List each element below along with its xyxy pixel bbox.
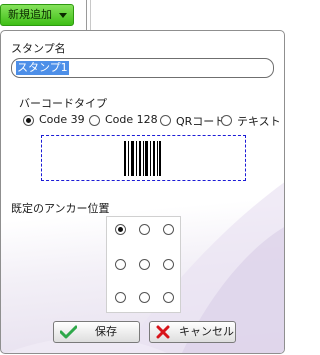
- anchor-bottom-center[interactable]: [139, 292, 150, 303]
- anchor-top-right[interactable]: [163, 224, 174, 235]
- radio-qrcode[interactable]: [160, 115, 171, 126]
- barcode-preview: [41, 135, 246, 181]
- cancel-button-label: キャンセル: [179, 325, 234, 338]
- cancel-button[interactable]: キャンセル: [149, 321, 236, 343]
- toolbar-divider: [86, 0, 87, 30]
- radio-text[interactable]: [221, 115, 232, 126]
- barcode-icon: [124, 141, 161, 176]
- checkmark-icon: [60, 325, 77, 339]
- anchor-bottom-right[interactable]: [163, 292, 174, 303]
- radio-code39-label[interactable]: Code 39: [39, 113, 85, 126]
- stamp-name-label: スタンプ名: [11, 42, 66, 55]
- new-add-dropdown-button[interactable]: 新規追加: [0, 4, 74, 26]
- x-icon: [156, 325, 170, 339]
- anchor-top-left[interactable]: [115, 224, 126, 235]
- new-add-label: 新規追加: [8, 8, 52, 21]
- save-button[interactable]: 保存: [53, 321, 140, 343]
- stamp-name-value: スタンプ1: [16, 61, 69, 75]
- radio-code128[interactable]: [89, 115, 100, 126]
- anchor-top-center[interactable]: [139, 224, 150, 235]
- radio-code128-label[interactable]: Code 128: [105, 113, 158, 126]
- toolbar-divider-secondary: [90, 0, 91, 30]
- radio-text-label[interactable]: テキスト: [237, 113, 281, 129]
- anchor-position-grid: [106, 216, 181, 313]
- anchor-bottom-left[interactable]: [115, 292, 126, 303]
- anchor-middle-center[interactable]: [139, 259, 150, 270]
- radio-code39[interactable]: [23, 115, 34, 126]
- barcode-type-label: バーコードタイプ: [19, 97, 107, 110]
- stamp-dialog: スタンプ名 スタンプ1 バーコードタイプ Code 39 Code 128 QR…: [0, 30, 285, 354]
- anchor-label: 既定のアンカー位置: [11, 202, 110, 215]
- anchor-middle-left[interactable]: [115, 259, 126, 270]
- stamp-name-input[interactable]: スタンプ1: [11, 58, 274, 78]
- triangle-down-icon[interactable]: [59, 13, 67, 18]
- anchor-middle-right[interactable]: [163, 259, 174, 270]
- toolbar: 新規追加: [0, 0, 286, 30]
- radio-qrcode-label[interactable]: QRコード: [176, 113, 225, 129]
- save-button-label: 保存: [95, 325, 117, 338]
